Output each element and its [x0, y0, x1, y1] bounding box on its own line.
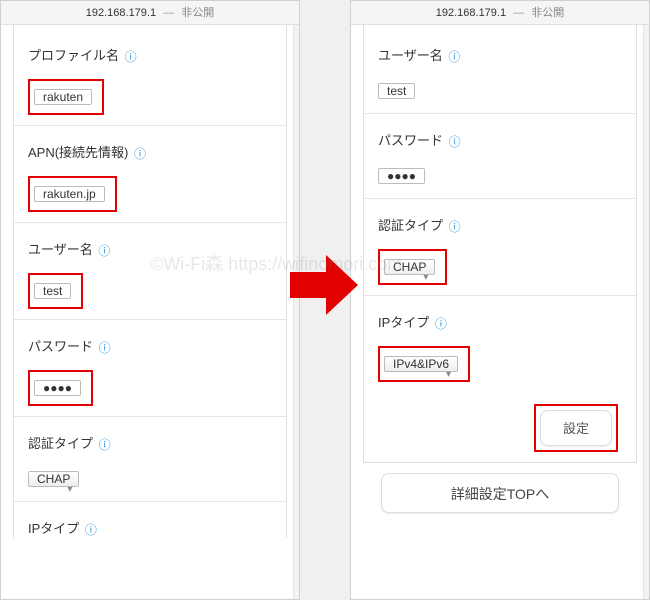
highlight-box: rakuten.jp	[28, 176, 117, 212]
chevron-down-icon: ▾	[423, 266, 428, 290]
auth-type-label: 認証タイプ	[378, 218, 443, 233]
password-block: パスワード ⓘ ●●●●	[364, 114, 636, 198]
right-pane: 192.168.179.1 — 非公開 ユーザー名 ⓘ test パスワ	[350, 0, 650, 600]
url-ip: 192.168.179.1	[436, 7, 506, 19]
help-icon[interactable]: ⓘ	[448, 48, 460, 65]
help-icon[interactable]: ⓘ	[99, 339, 111, 356]
ip-type-select[interactable]: IPv4&IPv6 ▾	[384, 356, 458, 372]
password-block: パスワード ⓘ ●●●●	[14, 320, 286, 416]
highlight-box: ●●●●	[28, 370, 93, 406]
url-privacy: 非公開	[181, 7, 214, 19]
auth-type-select[interactable]: CHAP ▾	[384, 259, 435, 275]
ip-type-label: IPタイプ	[28, 521, 79, 536]
profile-name-input[interactable]: rakuten	[34, 89, 92, 105]
auth-type-value: CHAP	[393, 260, 426, 274]
chevron-down-icon: ▾	[446, 363, 451, 387]
url-ip: 192.168.179.1	[86, 7, 156, 19]
username-block: ユーザー名 ⓘ test	[14, 223, 286, 319]
auth-type-select[interactable]: CHAP ▾	[28, 471, 79, 487]
apn-input[interactable]: rakuten.jp	[34, 186, 105, 202]
apn-label: APN(接続先情報)	[28, 145, 128, 160]
highlight-box: IPv4&IPv6 ▾	[378, 346, 470, 382]
username-label: ユーザー名	[28, 242, 93, 257]
left-pane: 192.168.179.1 — 非公開 プロファイル名 ⓘ rakuten	[0, 0, 300, 600]
help-icon[interactable]: ⓘ	[125, 48, 137, 65]
highlight-box: rakuten	[28, 79, 104, 115]
auth-type-block: 認証タイプ ⓘ CHAP ▾	[364, 199, 636, 295]
scrollbar[interactable]	[643, 25, 649, 599]
auth-type-label: 認証タイプ	[28, 436, 93, 451]
highlight-box: test	[28, 273, 83, 309]
auth-type-block: 認証タイプ ⓘ CHAP ▾	[14, 417, 286, 501]
address-bar-right: 192.168.179.1 — 非公開	[351, 1, 649, 25]
password-input[interactable]: ●●●●	[34, 380, 81, 396]
password-label: パスワード	[28, 339, 93, 354]
arrow-right-icon	[290, 250, 360, 320]
help-icon[interactable]: ⓘ	[98, 242, 110, 259]
username-input[interactable]: test	[34, 283, 71, 299]
help-icon[interactable]: ⓘ	[449, 133, 461, 150]
highlight-box: CHAP ▾	[378, 249, 447, 285]
password-input[interactable]: ●●●●	[378, 168, 425, 184]
password-label: パスワード	[378, 133, 443, 148]
apply-button[interactable]: 設定	[540, 410, 612, 446]
chevron-down-icon: ▾	[67, 478, 72, 502]
ip-type-block: IPタイプ ⓘ IPv4&IPv6 ▾	[364, 296, 636, 392]
auth-type-value: CHAP	[37, 472, 70, 486]
username-input[interactable]: test	[378, 83, 415, 99]
highlight-box: 設定	[534, 404, 618, 452]
help-icon[interactable]: ⓘ	[99, 436, 111, 453]
ip-type-block: IPタイプ ⓘ	[14, 502, 286, 538]
help-icon[interactable]: ⓘ	[435, 315, 447, 332]
ip-type-label: IPタイプ	[378, 315, 429, 330]
help-icon[interactable]: ⓘ	[449, 218, 461, 235]
help-icon[interactable]: ⓘ	[85, 521, 97, 538]
profile-name-label: プロファイル名	[28, 48, 119, 63]
profile-name-block: プロファイル名 ⓘ rakuten	[14, 29, 286, 125]
back-to-top-button[interactable]: 詳細設定TOPへ	[381, 473, 619, 513]
username-label: ユーザー名	[378, 48, 443, 63]
address-bar-left: 192.168.179.1 — 非公開	[1, 1, 299, 25]
ip-type-value: IPv4&IPv6	[393, 357, 449, 371]
url-privacy: 非公開	[531, 7, 564, 19]
help-icon[interactable]: ⓘ	[134, 145, 146, 162]
username-block: ユーザー名 ⓘ test	[364, 29, 636, 113]
apn-block: APN(接続先情報) ⓘ rakuten.jp	[14, 126, 286, 222]
